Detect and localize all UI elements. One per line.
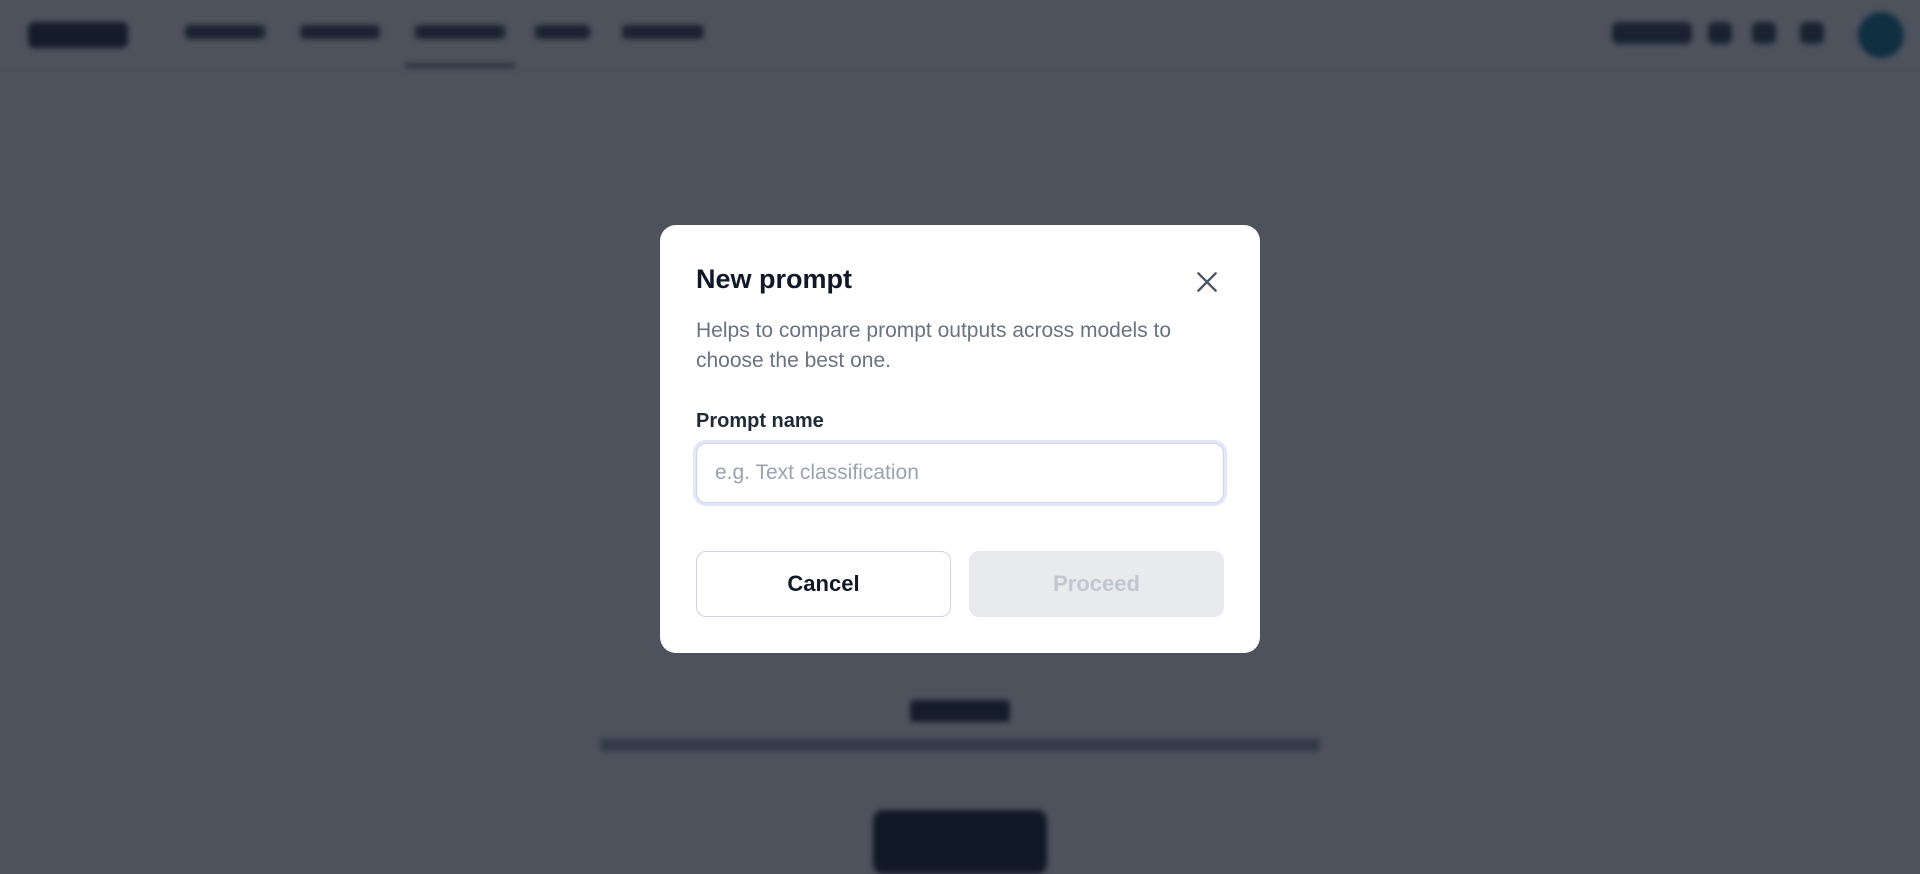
- close-button[interactable]: [1190, 265, 1224, 299]
- cancel-button[interactable]: Cancel: [696, 551, 951, 617]
- prompt-name-label: Prompt name: [696, 410, 824, 432]
- prompt-name-input[interactable]: [696, 443, 1224, 503]
- dialog-title: New prompt: [696, 264, 853, 294]
- proceed-button[interactable]: Proceed: [969, 551, 1224, 617]
- dialog-description: Helps to compare prompt outputs across m…: [696, 319, 1172, 372]
- close-icon: [1197, 272, 1217, 292]
